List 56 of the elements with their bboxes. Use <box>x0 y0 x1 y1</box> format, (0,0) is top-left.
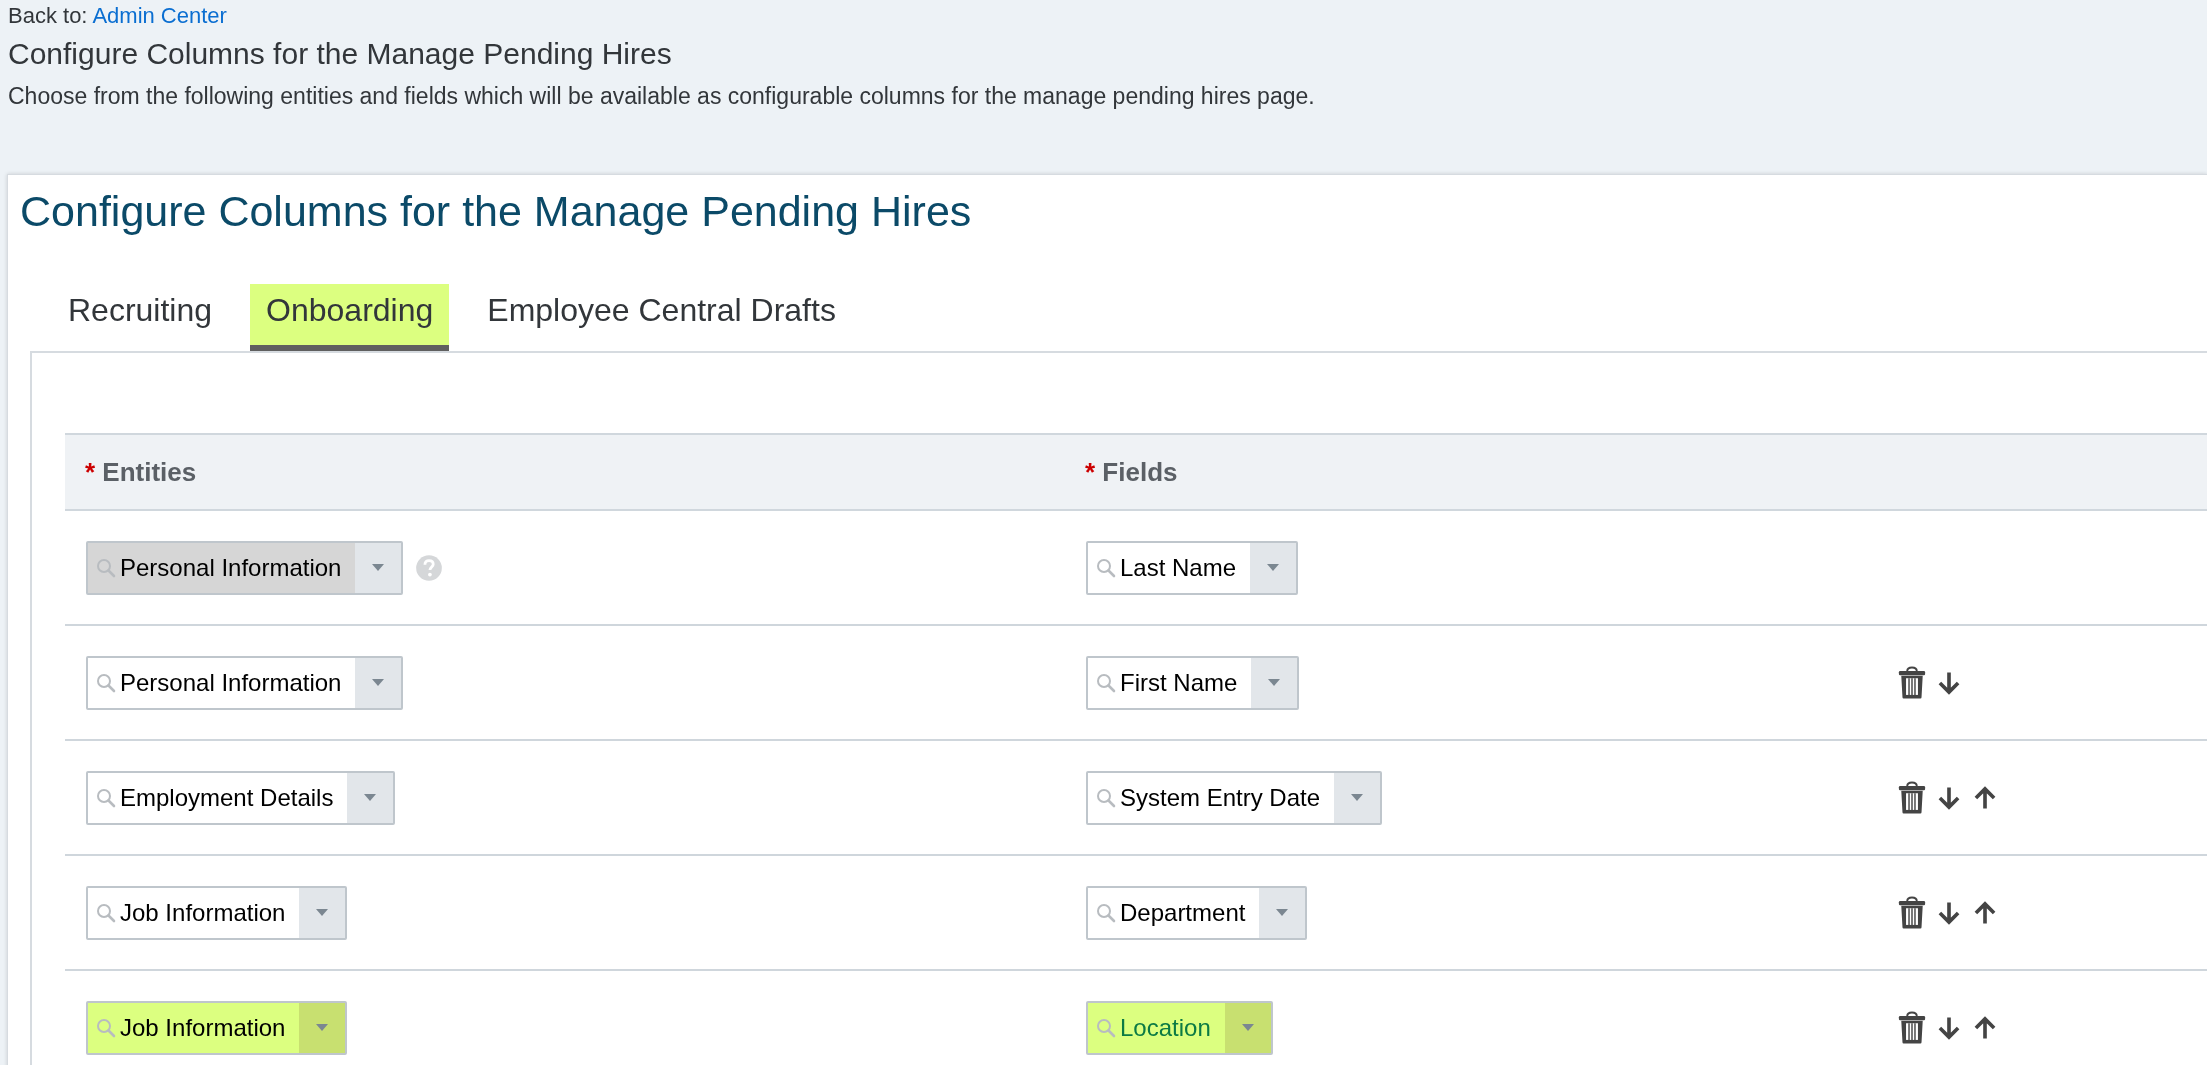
search-icon <box>96 672 116 693</box>
combo-value: Employment Details <box>120 783 335 812</box>
combo-value: First Name <box>1120 668 1239 697</box>
page-description: Choose from the following entities and fields which will be available as configurable columns for the manage pending hires page. <box>8 83 1316 110</box>
back-label: Back to: <box>8 3 88 28</box>
trash-icon[interactable] <box>1897 895 1927 930</box>
combo-field[interactable]: Last Name <box>1086 540 1299 595</box>
caret-icon <box>1241 1023 1254 1032</box>
caret-icon <box>1276 908 1289 917</box>
combo-field[interactable]: Job Information <box>86 1000 348 1055</box>
combo-value: Last Name <box>1120 553 1238 582</box>
caret-icon <box>1268 678 1281 687</box>
trash-icon[interactable] <box>1897 665 1927 700</box>
search-icon <box>1096 902 1116 923</box>
combo-value: Personal Information <box>120 668 343 697</box>
caret-icon <box>364 793 377 802</box>
search-icon <box>1096 672 1116 693</box>
combo-field[interactable]: Personal Information <box>86 655 404 710</box>
page-title: Configure Columns for the Manage Pending Hires <box>8 37 673 71</box>
caret-icon <box>1267 563 1280 572</box>
combo-value: Location <box>1120 1013 1212 1042</box>
combo-value: System Entry Date <box>1120 783 1322 812</box>
search-icon <box>96 1017 116 1038</box>
admin-center-link[interactable]: Admin Center <box>92 3 227 28</box>
trash-icon[interactable] <box>1897 1010 1927 1045</box>
combo-field[interactable]: Location <box>1086 1000 1273 1055</box>
combo-field[interactable]: Employment Details <box>86 770 396 825</box>
search-icon <box>96 902 116 923</box>
column-header: * Entities <box>84 456 198 488</box>
combo-value: Personal Information <box>120 553 343 582</box>
search-icon <box>96 557 116 578</box>
panel-title: Configure Columns for the Manage Pending Hires <box>20 187 973 236</box>
search-icon <box>1096 787 1116 808</box>
column-header: * Fields <box>1084 456 1179 488</box>
caret-icon <box>316 908 329 917</box>
combo-value: Job Information <box>120 1013 287 1042</box>
up-arrow-icon[interactable] <box>1972 899 1998 926</box>
up-arrow-icon[interactable] <box>1972 1014 1998 1041</box>
combo-field[interactable]: System Entry Date <box>1086 770 1383 825</box>
caret-icon <box>372 678 385 687</box>
combo-field[interactable]: First Name <box>1086 655 1300 710</box>
combo-value: Department <box>1120 898 1247 927</box>
caret-icon <box>316 1023 329 1032</box>
search-icon <box>1096 1017 1116 1038</box>
tab[interactable]: Recruiting <box>52 284 229 351</box>
tab[interactable]: Onboarding <box>250 284 450 351</box>
tab[interactable]: Employee Central Drafts <box>471 284 852 351</box>
search-icon <box>96 787 116 808</box>
trash-icon[interactable] <box>1897 780 1927 815</box>
up-arrow-icon[interactable] <box>1972 784 1998 811</box>
combo-field[interactable]: Job Information <box>86 885 348 940</box>
search-icon <box>1096 557 1116 578</box>
combo-field[interactable]: Department <box>1086 885 1308 940</box>
combo-value: Job Information <box>120 898 287 927</box>
caret-icon <box>1351 793 1364 802</box>
caret-icon <box>372 563 385 572</box>
